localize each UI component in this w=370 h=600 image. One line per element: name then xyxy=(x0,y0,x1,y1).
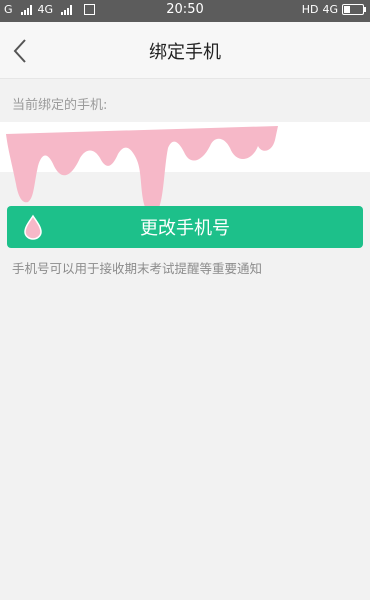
notice-text: 手机号可以用于接收期末考试提醒等重要通知 xyxy=(12,261,263,276)
status-bar: G 4G 20:50 HD 4G xyxy=(0,0,370,22)
change-phone-label: 更改手机号 xyxy=(140,218,230,239)
network-type-label: 4G xyxy=(322,3,338,16)
drop-icon xyxy=(24,214,42,240)
hd-label: HD xyxy=(301,3,319,16)
battery-icon xyxy=(342,4,366,15)
status-right: HD 4G xyxy=(301,3,366,16)
bound-phone-row xyxy=(0,122,370,172)
page-title: 绑定手机 xyxy=(149,42,221,63)
nav-header: 绑定手机 xyxy=(0,22,370,79)
current-phone-label: 当前绑定的手机: xyxy=(12,98,108,113)
change-phone-button[interactable]: 更改手机号 xyxy=(7,206,363,248)
